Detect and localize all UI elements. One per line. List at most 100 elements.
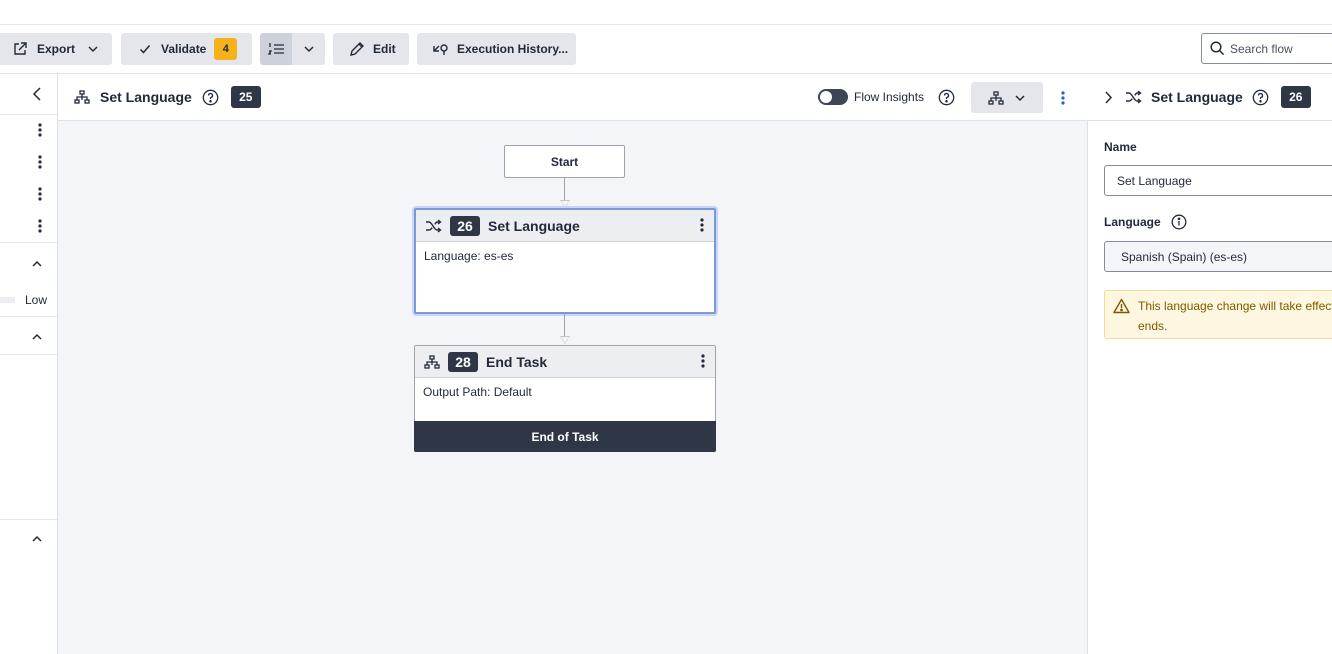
export-label: Export <box>37 42 76 56</box>
flow-id-badge: 25 <box>230 86 261 108</box>
history-icon <box>432 41 450 57</box>
name-label: Name <box>1104 140 1137 154</box>
row-menu-button-3[interactable] <box>0 183 57 205</box>
language-label-group: Language <box>1104 214 1187 230</box>
kebab-icon <box>38 123 42 137</box>
connector-line <box>564 178 565 202</box>
expand-panel-button[interactable] <box>1104 90 1113 104</box>
priority-row: Low <box>0 290 57 310</box>
row-menu-button-1[interactable] <box>0 119 57 141</box>
help-icon[interactable] <box>202 89 219 106</box>
flow-tree-icon <box>424 354 440 369</box>
name-value: Set Language <box>1117 173 1192 188</box>
search-box <box>1201 33 1332 64</box>
warning-icon <box>1113 298 1130 331</box>
layout-view-button[interactable] <box>971 82 1043 113</box>
divider <box>0 519 57 520</box>
node-header: 26 Set Language <box>416 210 714 242</box>
language-value: Spanish (Spain) (es-es) <box>1121 249 1248 264</box>
export-icon <box>12 41 28 57</box>
outline-view-split-button <box>260 33 325 65</box>
connector-arrow <box>560 336 570 344</box>
chevron-up-icon <box>31 533 43 545</box>
check-icon <box>139 43 151 55</box>
language-select[interactable]: Spanish (Spain) (es-es) <box>1104 241 1332 272</box>
end-of-task-footer: End of Task <box>414 421 716 452</box>
priority-label: Low <box>24 293 47 307</box>
warning-text: This language change will take effect en… <box>1138 296 1332 333</box>
chevron-up-icon <box>31 331 43 343</box>
divider <box>0 316 57 317</box>
info-icon[interactable] <box>1171 214 1187 230</box>
row-menu-button-4[interactable] <box>0 215 57 237</box>
chevron-down-icon <box>1014 92 1026 104</box>
node-menu-button[interactable] <box>700 218 704 232</box>
divider <box>0 114 57 115</box>
properties-id-badge: 26 <box>1280 86 1311 108</box>
name-field[interactable]: Set Language <box>1104 165 1332 196</box>
node-title: End Task <box>486 353 548 370</box>
canvas-header: Set Language 25 Flow Insights <box>58 74 1088 121</box>
collapse-panel-button[interactable] <box>0 84 57 104</box>
search-input[interactable] <box>1230 41 1330 56</box>
left-panel: Low <box>0 74 58 654</box>
kebab-icon <box>38 219 42 233</box>
warning-line-1: This language change will take effect <box>1138 299 1332 313</box>
kebab-icon <box>38 187 42 201</box>
collapse-section-button-3[interactable] <box>0 529 57 549</box>
execution-history-button[interactable]: Execution History... <box>417 33 576 65</box>
node-id-badge: 28 <box>448 351 478 372</box>
numbered-list-icon <box>267 41 285 57</box>
divider <box>0 354 57 355</box>
chevron-left-icon <box>32 87 42 101</box>
chevron-down-icon <box>87 43 99 55</box>
warning-line-2: ends. <box>1138 319 1168 333</box>
connector-line <box>564 314 565 338</box>
export-button[interactable]: Export <box>0 33 112 65</box>
canvas-more-button[interactable] <box>1061 91 1065 105</box>
execution-history-label: Execution History... <box>457 42 569 56</box>
outline-view-button[interactable] <box>260 33 292 65</box>
flow-tree-icon <box>988 90 1004 105</box>
flow-node-end-task[interactable]: 28 End Task Output Path: Default End of … <box>414 345 716 452</box>
node-body: Language: es-es <box>424 249 514 263</box>
canvas-title-group: Set Language 25 <box>74 86 261 108</box>
chevron-down-icon <box>303 43 315 55</box>
validate-label: Validate <box>161 42 207 56</box>
node-id-badge: 26 <box>450 215 480 236</box>
collapse-section-button-1[interactable] <box>0 254 57 274</box>
language-warning: This language change will take effect en… <box>1104 290 1332 339</box>
toolbar: Export Validate 4 Edit Execution History… <box>0 25 1332 74</box>
divider <box>0 242 57 243</box>
help-icon[interactable] <box>938 89 955 106</box>
help-icon[interactable] <box>1252 89 1269 106</box>
properties-panel: Set Language 26 Name Set Language Langua… <box>1088 74 1332 654</box>
node-menu-button[interactable] <box>701 354 705 368</box>
outline-view-dropdown[interactable] <box>292 33 325 65</box>
connector-arrow <box>560 200 570 208</box>
flow-tree-icon <box>74 90 90 104</box>
start-node[interactable]: Start <box>504 145 625 178</box>
toggle-knob <box>820 91 832 103</box>
node-title: Set Language <box>488 217 580 234</box>
validate-count-badge: 4 <box>214 38 238 60</box>
edit-button[interactable]: Edit <box>333 33 409 65</box>
shuffle-icon <box>1125 90 1142 104</box>
flow-insights-toggle[interactable] <box>818 89 848 105</box>
edit-label: Edit <box>373 42 396 56</box>
kebab-icon <box>38 155 42 169</box>
chevron-up-icon <box>31 258 43 270</box>
node-body: Output Path: Default <box>423 385 532 399</box>
canvas-title: Set Language <box>100 89 192 105</box>
validate-button[interactable]: Validate 4 <box>121 33 252 65</box>
flow-node-set-language[interactable]: 26 Set Language Language: es-es <box>414 208 716 314</box>
language-label: Language <box>1104 215 1161 229</box>
row-menu-button-2[interactable] <box>0 151 57 173</box>
properties-header: Set Language 26 <box>1088 74 1332 121</box>
node-header: 28 End Task <box>415 346 715 378</box>
search-icon <box>1210 41 1225 56</box>
top-strip <box>0 0 1332 25</box>
shuffle-icon <box>425 218 442 233</box>
collapse-section-button-2[interactable] <box>0 327 57 347</box>
flow-canvas[interactable]: Start 26 Set Language Language: es-es 28… <box>58 121 1088 654</box>
